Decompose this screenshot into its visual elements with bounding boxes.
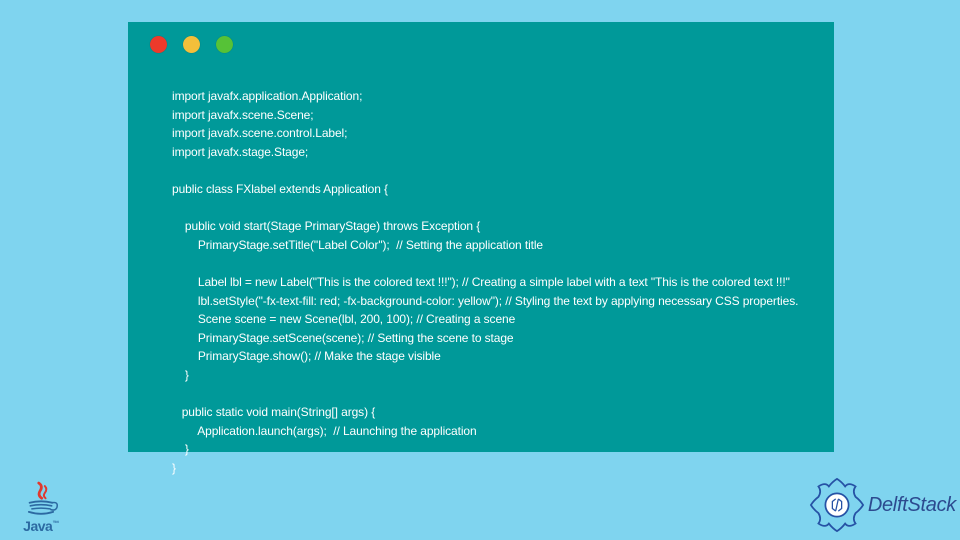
minimize-dot[interactable] [183,36,200,53]
code-line: PrimaryStage.setTitle("Label Color"); //… [172,238,543,252]
code-line: import javafx.scene.control.Label; [172,126,347,140]
code-line: import javafx.application.Application; [172,89,362,103]
code-line: } [172,461,176,475]
window-controls [128,22,834,67]
maximize-dot[interactable] [216,36,233,53]
code-line: Application.launch(args); // Launching t… [172,424,477,438]
close-dot[interactable] [150,36,167,53]
code-line: public class FXlabel extends Application… [172,182,388,196]
code-line: import javafx.stage.Stage; [172,145,308,159]
code-line: public void start(Stage PrimaryStage) th… [172,219,480,233]
code-line: } [172,442,189,456]
code-line: import javafx.scene.Scene; [172,108,313,122]
code-line: } [172,368,189,382]
code-line: Label lbl = new Label("This is the color… [172,275,790,289]
delftstack-wordmark: DelftStack [868,494,956,517]
code-line: PrimaryStage.show(); // Make the stage v… [172,349,441,363]
delftstack-logo: DelftStack [808,476,956,534]
java-wordmark: Java™ [12,518,70,534]
java-cup-icon [22,480,60,518]
code-body: import javafx.application.Application; i… [128,67,834,487]
delftstack-badge-icon [808,476,866,534]
code-line: lbl.setStyle("-fx-text-fill: red; -fx-ba… [172,294,798,308]
java-logo: Java™ [12,480,70,534]
code-line: PrimaryStage.setScene(scene); // Setting… [172,331,513,345]
code-line: Scene scene = new Scene(lbl, 200, 100); … [172,312,515,326]
code-window: import javafx.application.Application; i… [128,22,834,452]
code-line: public static void main(String[] args) { [172,405,375,419]
